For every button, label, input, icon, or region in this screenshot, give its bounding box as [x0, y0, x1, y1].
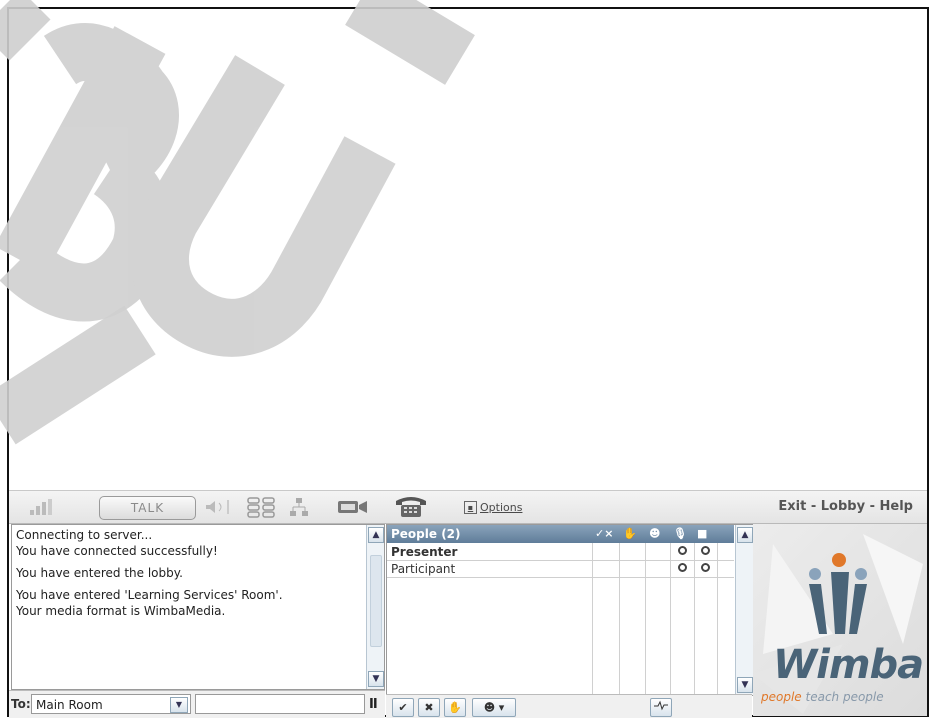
hierarchy-icon[interactable] — [287, 496, 311, 518]
camera-status-icon — [701, 563, 710, 572]
checkmark-button[interactable]: ✔ — [392, 698, 414, 717]
tagline-rest: teach people — [801, 690, 884, 704]
chat-message: You have entered the lobby. — [16, 566, 183, 580]
options-label: Options — [480, 500, 523, 514]
people-row-participant[interactable]: Participant — [387, 561, 734, 578]
hand-icon[interactable]: ✋ — [623, 525, 637, 543]
video-camera-icon[interactable] — [335, 496, 371, 518]
raise-hand-button[interactable]: ✋ — [444, 698, 466, 717]
chat-input-bar: To: Main Room ▼ II — [9, 690, 385, 718]
to-label: To: — [11, 697, 31, 711]
logo-tagline: people teach people — [761, 690, 884, 704]
person-name: Participant — [391, 562, 456, 576]
signal-icon — [27, 496, 55, 518]
exit-link[interactable]: Exit — [778, 499, 806, 514]
top-nav: Exit - Lobby - Help — [778, 499, 913, 514]
options-link[interactable]: ▪ Options — [464, 496, 544, 518]
scroll-down-icon[interactable]: ▼ — [737, 677, 753, 693]
chat-scrollbar[interactable]: ▲ ▼ — [366, 525, 384, 689]
people-panel: People (2) ✓× ✋ ☻ 🎙 ■ Presenter Particip… — [386, 524, 754, 696]
recipient-value: Main Room — [36, 698, 103, 712]
grid-layout-icon[interactable] — [245, 496, 279, 518]
people-title: People (2) — [391, 527, 461, 541]
talk-button[interactable]: TALK — [99, 496, 196, 520]
mic-status-icon — [678, 546, 687, 555]
people-scrollbar[interactable]: ▲ ▼ — [735, 525, 753, 695]
chat-message: You have entered 'Learning Services' Roo… — [16, 588, 283, 602]
telephone-icon[interactable] — [391, 496, 431, 518]
logo-wordmark: Wimba — [773, 642, 924, 688]
help-link[interactable]: Help — [880, 499, 913, 514]
scroll-up-icon[interactable]: ▲ — [368, 527, 384, 543]
chevron-down-icon[interactable]: ▼ — [170, 697, 188, 713]
people-header: People (2) ✓× ✋ ☻ 🎙 ■ — [387, 525, 734, 543]
activity-icon[interactable] — [650, 698, 672, 717]
volume-icon[interactable] — [201, 496, 241, 518]
pause-icon[interactable]: II — [369, 697, 378, 712]
chat-message-input[interactable] — [195, 694, 365, 714]
nav-separator: - — [865, 499, 880, 514]
lobby-link[interactable]: Lobby — [821, 499, 865, 514]
chat-log[interactable]: Connecting to server... You have connect… — [11, 524, 385, 690]
scroll-down-icon[interactable]: ▼ — [368, 671, 384, 687]
scroll-thumb[interactable] — [370, 555, 382, 647]
camera-status-icon — [701, 546, 710, 555]
mic-status-icon — [678, 563, 687, 572]
scroll-up-icon[interactable]: ▲ — [737, 527, 753, 543]
tagline-highlight: people — [761, 690, 802, 704]
chat-message: You have connected successfully! — [16, 544, 218, 558]
options-box-icon: ▪ — [464, 500, 477, 514]
media-toolbar: TALK ▪ Options Exit - Lobby - Help — [9, 490, 927, 524]
wimba-logo: Wimba people teach people — [753, 524, 927, 716]
cross-button[interactable]: ✖ — [418, 698, 440, 717]
people-action-bar: ✔ ✖ ✋ ☻ ▾ — [386, 694, 752, 718]
emoticon-menu-button[interactable]: ☻ ▾ — [472, 698, 516, 717]
recipient-select[interactable]: Main Room ▼ — [31, 694, 191, 714]
people-row-presenter[interactable]: Presenter — [387, 544, 734, 561]
mic-icon[interactable]: 🎙 — [673, 525, 687, 543]
people-figures-icon — [809, 553, 867, 634]
nav-separator: - — [806, 499, 821, 514]
person-name: Presenter — [391, 545, 458, 559]
camera-icon[interactable]: ■ — [697, 525, 707, 543]
chat-message: Connecting to server... — [16, 528, 153, 542]
smile-icon[interactable]: ☻ — [649, 525, 660, 543]
chat-message: Your media format is WimbaMedia. — [16, 604, 226, 618]
check-cross-icon[interactable]: ✓× — [595, 525, 613, 543]
